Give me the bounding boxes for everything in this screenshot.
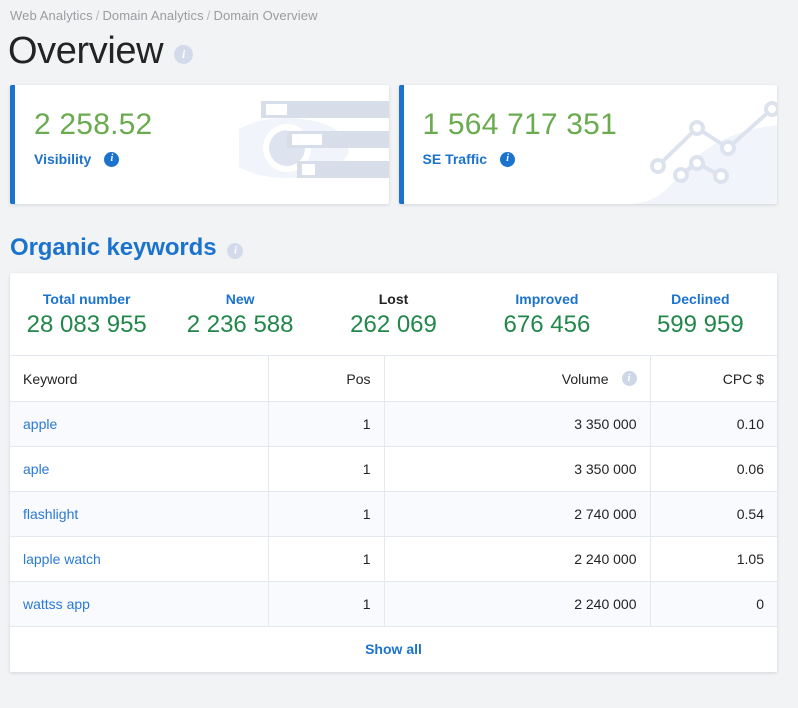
info-icon[interactable] [227, 242, 244, 259]
column-header-cpc[interactable]: CPC $ [650, 355, 777, 402]
show-all-cell[interactable]: Show all [10, 626, 777, 672]
stat-improved[interactable]: Improved 676 456 [470, 291, 623, 339]
stat-label[interactable]: Total number [10, 291, 163, 307]
stat-declined[interactable]: Declined 599 959 [624, 291, 777, 339]
keywords-table: Keyword Pos Volume CPC $ apple 1 3 350 0… [10, 355, 777, 672]
keyword-link[interactable]: apple [23, 416, 57, 432]
page-title: Overview [8, 30, 164, 72]
keyword-link[interactable]: wattss app [23, 596, 90, 612]
stat-lost[interactable]: Lost 262 069 [317, 291, 470, 339]
table-row[interactable]: aple 1 3 350 000 0.06 [10, 446, 777, 492]
stat-total-number[interactable]: Total number 28 083 955 [10, 291, 163, 339]
cell-cpc: 0.06 [650, 446, 777, 492]
stat-new[interactable]: New 2 236 588 [163, 291, 316, 339]
cell-cpc: 0.54 [650, 491, 777, 537]
info-icon[interactable] [500, 151, 516, 167]
keyword-link[interactable]: flashlight [23, 506, 78, 522]
page-root: Web Analytics / Domain Analytics / Domain Ov… [0, 0, 798, 708]
column-header-volume[interactable]: Volume [384, 355, 651, 402]
table-row[interactable]: flashlight 1 2 740 000 0.54 [10, 491, 777, 537]
keyword-stats: Total number 28 083 955 New 2 236 588 Lo… [10, 273, 777, 355]
breadcrumb-separator: / [95, 8, 100, 23]
stat-value: 28 083 955 [26, 311, 147, 338]
stat-label[interactable]: Improved [470, 291, 623, 307]
column-header-volume-label: Volume [561, 370, 609, 387]
show-all-row[interactable]: Show all [10, 626, 777, 672]
info-icon[interactable] [174, 44, 194, 64]
cell-pos: 1 [268, 491, 385, 537]
table-header-row: Keyword Pos Volume CPC $ [10, 355, 777, 402]
cell-volume: 3 350 000 [384, 446, 651, 492]
stat-label[interactable]: Lost [317, 291, 470, 307]
cell-pos: 1 [268, 401, 385, 447]
metric-value-se-traffic: 1 564 717 351 [422, 108, 617, 141]
column-header-pos[interactable]: Pos [268, 355, 385, 402]
info-icon[interactable] [104, 151, 120, 167]
column-header-keyword[interactable]: Keyword [10, 355, 269, 402]
metric-card-visibility[interactable]: 2 258.52 Visibility [10, 85, 389, 204]
metric-label-se-traffic[interactable]: SE Traffic [423, 151, 488, 167]
cell-volume: 2 240 000 [384, 581, 651, 627]
section-title: Organic keywords [10, 234, 217, 261]
table-row[interactable]: wattss app 1 2 240 000 0 [10, 581, 777, 627]
keyword-link[interactable]: aple [23, 461, 49, 477]
info-icon[interactable] [621, 371, 637, 386]
cell-cpc: 0.10 [650, 401, 777, 447]
cell-pos: 1 [268, 536, 385, 582]
breadcrumb-item-domain-overview[interactable]: Domain Overview [213, 8, 317, 23]
content-area: Web Analytics / Domain Analytics / Domain Ov… [0, 0, 787, 708]
card-label-row: Visibility [34, 151, 389, 167]
stat-label[interactable]: New [163, 291, 316, 307]
metric-label-visibility[interactable]: Visibility [34, 151, 91, 167]
show-all-link[interactable]: Show all [365, 641, 422, 657]
metric-value-visibility: 2 258.52 [34, 108, 153, 141]
cell-cpc: 0 [650, 581, 777, 627]
section-header-organic-keywords: Organic keywords [0, 204, 787, 262]
cell-volume: 2 240 000 [384, 536, 651, 582]
stat-value: 262 069 [350, 311, 437, 338]
table-row[interactable]: lapple watch 1 2 240 000 1.05 [10, 536, 777, 582]
card-label-row: SE Traffic [423, 151, 778, 167]
breadcrumb: Web Analytics / Domain Analytics / Domain Ov… [0, 0, 787, 23]
breadcrumb-separator: / [206, 8, 211, 23]
stat-value: 676 456 [503, 311, 591, 338]
breadcrumb-item-domain-analytics[interactable]: Domain Analytics [102, 8, 203, 23]
organic-keywords-panel: Total number 28 083 955 New 2 236 588 Lo… [10, 273, 777, 672]
cell-pos: 1 [268, 446, 385, 492]
cell-cpc: 1.05 [650, 536, 777, 582]
cell-pos: 1 [268, 581, 385, 627]
breadcrumb-item-web-analytics[interactable]: Web Analytics [10, 8, 93, 23]
keyword-link[interactable]: lapple watch [23, 551, 101, 567]
stat-value: 2 236 588 [186, 311, 294, 338]
table-row[interactable]: apple 1 3 350 000 0.10 [10, 401, 777, 447]
cell-volume: 2 740 000 [384, 491, 651, 537]
page-title-row: Overview [0, 23, 787, 74]
metric-card-se-traffic[interactable]: 1 564 717 351 SE Traffic [398, 85, 778, 204]
cell-volume: 3 350 000 [384, 401, 651, 447]
card-body: 1 564 717 351 SE Traffic [399, 85, 778, 167]
card-body: 2 258.52 Visibility [10, 85, 389, 167]
metric-cards: 2 258.52 Visibility i 1 564 717 351 SE T… [0, 74, 787, 204]
stat-label[interactable]: Declined [624, 291, 777, 307]
stat-value: 599 959 [656, 311, 744, 338]
